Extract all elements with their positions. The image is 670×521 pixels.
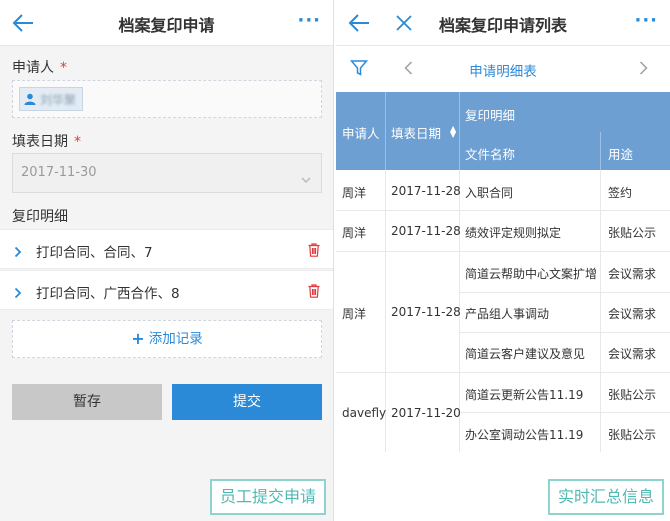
page-title: 档案复印申请列表 <box>438 16 567 35</box>
detail-row[interactable]: 打印合同、合同、7 <box>0 229 333 269</box>
cell-date: 2017-11-28 <box>391 184 461 198</box>
cell-applicant: davefly <box>342 406 387 420</box>
cell-date: 2017-11-28 <box>391 305 461 319</box>
detail-row[interactable]: 打印合同、广西合作、8 <box>0 270 333 310</box>
cell-applicant: 周洋 <box>342 186 367 200</box>
add-record-label: 添加记录 <box>148 331 203 347</box>
cell-applicant: 周洋 <box>342 307 367 321</box>
sort-icon[interactable]: ▲ ▼ <box>450 125 456 139</box>
date-label: 填表日期 * <box>12 134 81 150</box>
cell-applicant: 周洋 <box>342 226 367 240</box>
cell-use: 会议需求 <box>608 267 657 281</box>
column-group-header: 复印明细 <box>465 108 516 123</box>
applicant-field[interactable]: 刘华聚 <box>12 80 322 118</box>
cell-file: 绩效评定规则拟定 <box>465 226 562 240</box>
column-header-file: 文件名称 <box>465 147 516 162</box>
application-form-panel: 档案复印申请 ··· 申请人 * 刘华聚 填表日期 * 2017-11-30 复印明… <box>0 0 334 521</box>
list-header: 档案复印申请列表 ··· <box>336 0 670 46</box>
cell-use: 会议需求 <box>608 307 657 321</box>
cell-file: 入职合同 <box>465 186 514 200</box>
cell-date: 2017-11-28 <box>391 224 461 238</box>
date-value: 2017-11-30 <box>21 165 97 180</box>
user-icon <box>24 90 36 109</box>
cell-use: 签约 <box>608 186 633 200</box>
cell-file: 办公室调动公告11.19 <box>465 428 584 442</box>
chevron-down-icon <box>301 169 311 188</box>
detail-text: 打印合同、广西合作、8 <box>36 286 180 302</box>
plus-icon: + <box>131 329 145 348</box>
cell-date: 2017-11-20 <box>391 406 461 420</box>
chevron-right-icon[interactable] <box>14 243 22 262</box>
cell-file: 产品组人事调动 <box>465 307 550 321</box>
trash-icon[interactable] <box>308 283 320 302</box>
column-header-applicant[interactable]: 申请人 <box>342 123 380 142</box>
column-header-use: 用途 <box>608 147 634 162</box>
applicant-label: 申请人 * <box>12 60 67 76</box>
detail-text: 打印合同、合同、7 <box>36 245 153 261</box>
submit-button[interactable]: 提交 <box>172 384 322 420</box>
detail-label: 复印明细 <box>12 209 68 225</box>
cell-use: 张贴公示 <box>608 388 657 402</box>
application-list-panel: 档案复印申请列表 ··· 申请明细表 申请人 填表日期 ▲ ▼ 复印明细 文件名称… <box>336 0 670 521</box>
cell-use: 张贴公示 <box>608 428 657 442</box>
date-field[interactable]: 2017-11-30 <box>12 153 322 193</box>
applicant-name: 刘华聚 <box>40 92 77 107</box>
table-toolbar: 申请明细表 <box>336 46 670 92</box>
cell-file: 简道云更新公告11.19 <box>465 388 584 402</box>
chevron-right-icon[interactable] <box>639 61 648 75</box>
chevron-right-icon[interactable] <box>14 284 22 303</box>
page-title: 档案复印申请 <box>118 16 215 35</box>
caption-label: 实时汇总信息 <box>548 479 665 515</box>
form-header: 档案复印申请 ··· <box>0 0 333 46</box>
cell-use: 张贴公示 <box>608 226 657 240</box>
more-icon[interactable]: ··· <box>297 10 321 31</box>
applicant-chip[interactable]: 刘华聚 <box>19 87 84 111</box>
required-mark: * <box>60 60 67 76</box>
cell-use: 会议需求 <box>608 347 657 361</box>
caption-label: 员工提交申请 <box>210 479 327 515</box>
cell-file: 简道云帮助中心文案扩增 <box>465 267 598 281</box>
more-icon[interactable]: ··· <box>634 10 658 31</box>
table-title: 申请明细表 <box>469 64 537 80</box>
save-draft-button[interactable]: 暂存 <box>12 384 162 420</box>
add-record-button[interactable]: + 添加记录 <box>12 320 322 358</box>
required-mark: * <box>74 134 81 150</box>
cell-file: 简道云客户建议及意见 <box>465 347 586 361</box>
trash-icon[interactable] <box>308 242 320 261</box>
column-header-date[interactable]: 填表日期 <box>391 123 441 142</box>
